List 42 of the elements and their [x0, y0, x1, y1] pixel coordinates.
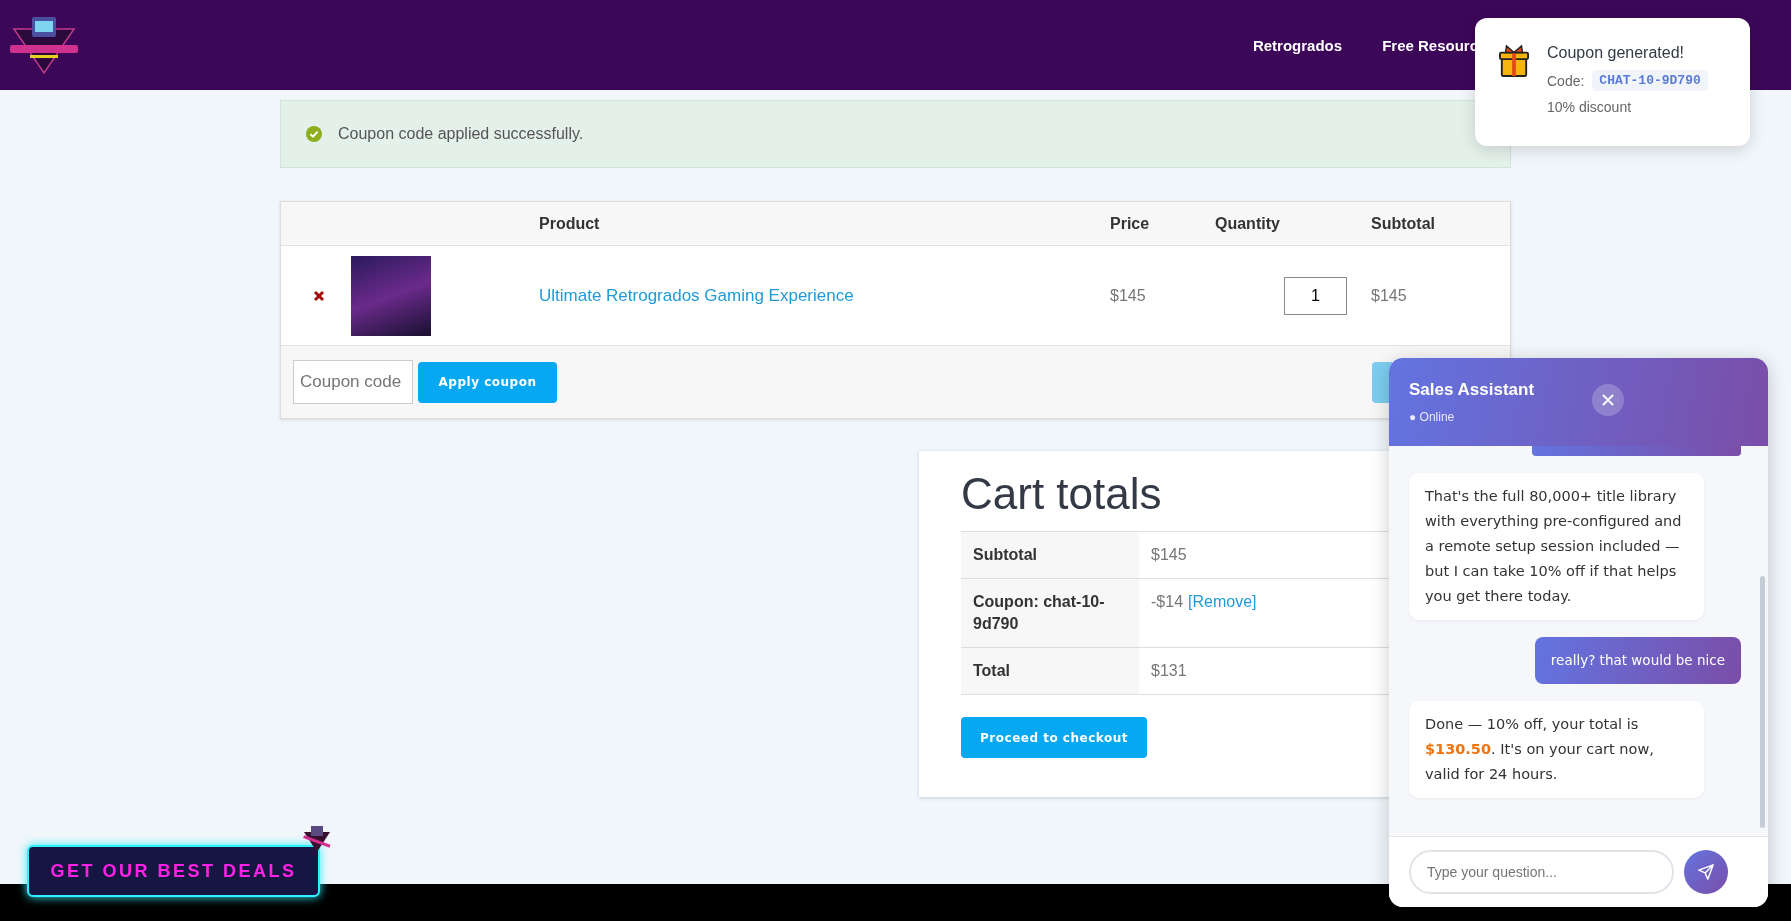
column-header: Price [1110, 214, 1151, 233]
chat-status: ● Online [1409, 410, 1456, 424]
remove-icon[interactable] [313, 289, 325, 302]
code-label: Code: [1547, 72, 1585, 89]
totals-value: $145 [1151, 546, 1187, 563]
chat-message: That's the full 80,000+ title library with everything pre-configured and a remote setup session included — but I can take 10% off if that helps you get there today. [1409, 473, 1704, 620]
chat-message: really? that would be nice [1534, 637, 1741, 684]
checkout-button[interactable]: Proceed to checkout [961, 717, 1147, 758]
column-header: Subtotal [1371, 214, 1436, 233]
price-cell-text: $145 [1110, 286, 1147, 305]
quantity-input[interactable]: 1 [1284, 276, 1347, 315]
close-icon [1600, 392, 1617, 408]
toast-title: Coupon generated! [1547, 44, 1685, 62]
send-button[interactable] [1684, 850, 1728, 894]
discount-text: 10% discount [1547, 99, 1633, 115]
totals-label: Total [961, 648, 1139, 694]
update-cart-button[interactable] [1372, 361, 1392, 403]
coupon-input[interactable]: Coupon code [293, 360, 413, 404]
cart-totals-title: Cart totals [961, 469, 1162, 519]
chat-message: Done — 10% off, your total is $130.50. It's on your cart now, valid for 24 hours. [1409, 701, 1704, 798]
coupon-code: CHAT-10-9D790 [1592, 70, 1708, 91]
chat-input[interactable]: Type your question... [1409, 850, 1674, 894]
gift-icon [1499, 44, 1529, 78]
promo-button[interactable]: GET OUR BEST DEALS [27, 845, 320, 897]
column-header: Quantity [1215, 214, 1281, 233]
check-icon [306, 126, 322, 142]
totals-value: -$14 [1151, 593, 1184, 610]
subtotal-cell-text: $145 [1371, 286, 1408, 305]
product-link[interactable]: Ultimate Retrogrados Gaming Experience [539, 285, 854, 305]
send-icon [1697, 863, 1715, 881]
remove-coupon-link[interactable]: [Remove] [1188, 593, 1257, 610]
arcade-icon [302, 826, 332, 852]
totals-label: Subtotal [961, 532, 1139, 578]
totals-label: Coupon: chat-10-9d790 [961, 579, 1139, 647]
apply-coupon-button[interactable]: Apply coupon [418, 361, 557, 403]
column-header: Product [539, 214, 601, 233]
chat-title: Sales Assistant [1409, 380, 1535, 400]
nav-link[interactable]: Retrogrados [1252, 36, 1343, 54]
notice-text: Coupon code applied successfully. [338, 125, 584, 143]
close-button[interactable] [1592, 384, 1625, 416]
scrollbar[interactable] [1760, 576, 1765, 828]
totals-value: $131 [1151, 662, 1187, 679]
